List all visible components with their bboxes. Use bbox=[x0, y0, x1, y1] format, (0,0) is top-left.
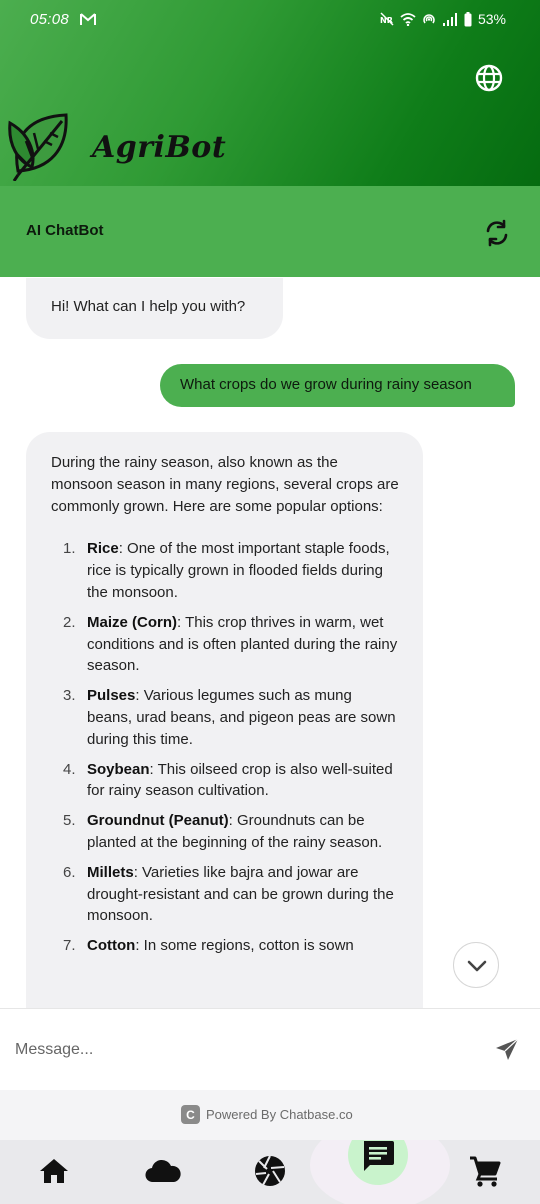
list-item: 1. Rice: One of the most important staple… bbox=[63, 540, 390, 601]
chat-tab-active[interactable] bbox=[348, 1140, 408, 1185]
status-time: 05:08 bbox=[30, 11, 70, 28]
refresh-icon[interactable] bbox=[483, 219, 511, 247]
leaf-logo-icon bbox=[8, 113, 68, 181]
list-item: 4. Soybean: This oilseed crop is also wel… bbox=[63, 760, 393, 800]
chat-messages[interactable]: Hi! What can I help you with? What crops… bbox=[0, 277, 540, 1008]
status-icons: NR 53% bbox=[380, 11, 506, 27]
cloud-icon[interactable] bbox=[143, 1154, 183, 1188]
app-header: 05:08 NR 53% AgriBot bbox=[0, 0, 540, 186]
hotspot-icon bbox=[423, 14, 435, 24]
bot-answer-message: During the rainy season, also known as t… bbox=[26, 432, 423, 1008]
nr-icon: NR bbox=[380, 12, 394, 26]
chatbase-logo-icon: C bbox=[181, 1105, 200, 1124]
battery-percent: 53% bbox=[477, 11, 506, 27]
cart-icon[interactable] bbox=[468, 1154, 502, 1188]
language-globe-icon[interactable] bbox=[474, 63, 504, 93]
send-icon[interactable] bbox=[494, 1037, 520, 1063]
app-screen: 05:08 NR 53% AgriBot AI ChatBot Hi! What… bbox=[0, 0, 540, 1204]
camera-aperture-icon[interactable] bbox=[253, 1154, 287, 1188]
app-name: AgriBot bbox=[92, 130, 227, 165]
chat-title: AI ChatBot bbox=[26, 222, 104, 239]
home-icon[interactable] bbox=[37, 1154, 71, 1188]
list-item: 6. Millets: Varieties like bajra and jowa… bbox=[63, 863, 394, 925]
wifi-icon bbox=[400, 13, 416, 26]
answer-intro: During the rainy season, also known as t… bbox=[51, 454, 399, 515]
user-message: What crops do we grow during rainy seaso… bbox=[160, 364, 515, 407]
list-item: 2. Maize (Corn): This crop thrives in war… bbox=[63, 613, 398, 675]
chevron-down-icon bbox=[467, 960, 487, 972]
chat-title-bar: AI ChatBot bbox=[0, 186, 540, 277]
list-item: 7. Cotton: In some regions, cotton is sow… bbox=[63, 937, 354, 955]
message-input[interactable] bbox=[15, 1037, 475, 1063]
signal-icon bbox=[442, 13, 457, 26]
powered-by-link[interactable]: C Powered By Chatbase.co bbox=[181, 1105, 353, 1124]
message-composer bbox=[0, 1008, 540, 1090]
scroll-down-button[interactable] bbox=[453, 942, 499, 988]
answer-list: 1. Rice: One of the most important staple… bbox=[51, 538, 399, 957]
powered-by-text: Powered By Chatbase.co bbox=[206, 1107, 353, 1122]
chat-icon bbox=[364, 1141, 394, 1171]
gmail-icon bbox=[80, 13, 96, 25]
powered-by-row: C Powered By Chatbase.co bbox=[0, 1090, 540, 1140]
list-item: 3. Pulses: Various legumes such as mung b… bbox=[63, 687, 396, 748]
bot-greeting-message: Hi! What can I help you with? bbox=[26, 278, 283, 339]
status-bar: 05:08 NR 53% bbox=[0, 0, 540, 40]
list-item: 5. Groundnut (Peanut): Groundnuts can be … bbox=[63, 812, 383, 851]
bottom-navigation bbox=[0, 1140, 540, 1204]
battery-icon bbox=[464, 11, 472, 26]
